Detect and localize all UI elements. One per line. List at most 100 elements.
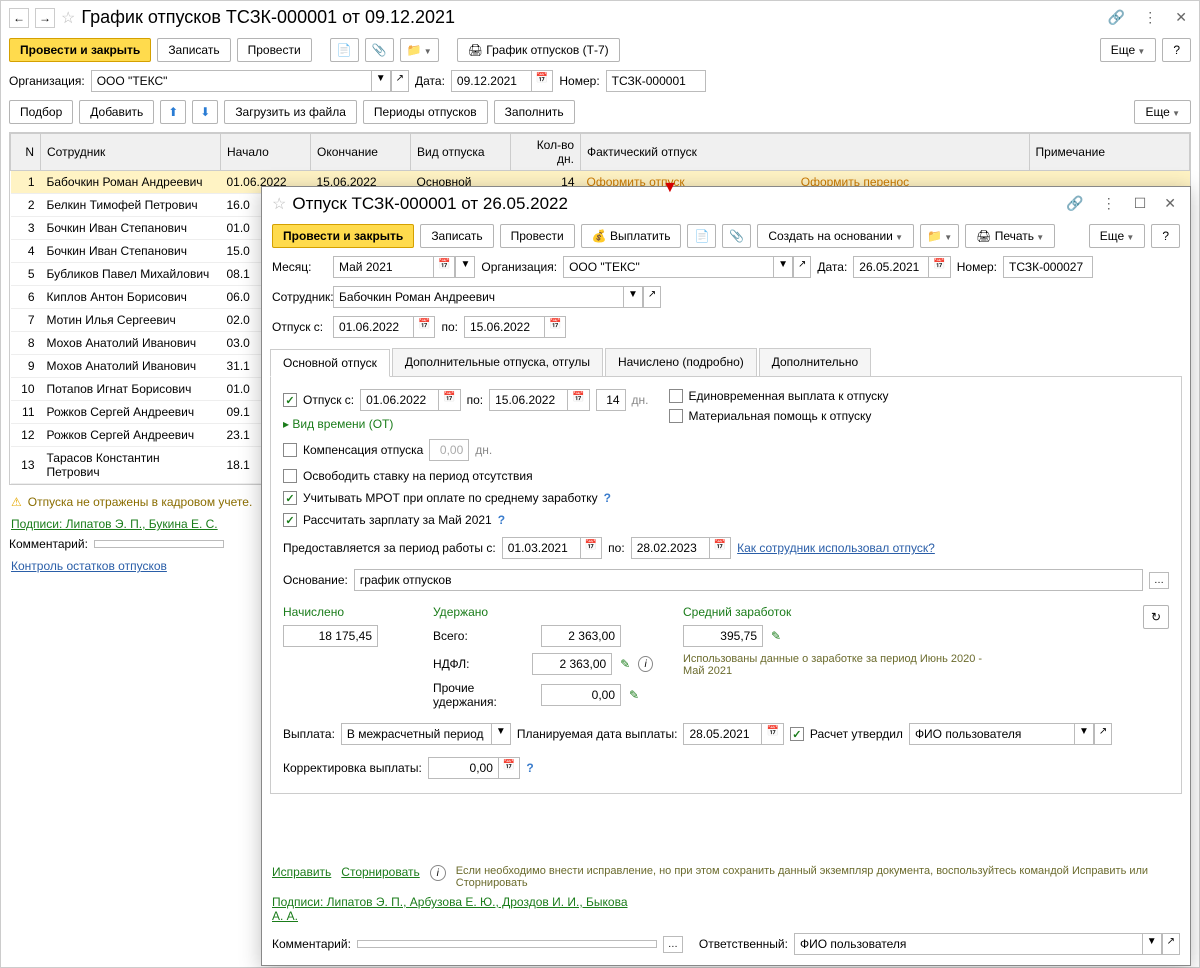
periods-button[interactable]: Периоды отпусков — [363, 100, 488, 124]
col-n[interactable]: N — [11, 134, 41, 171]
col-note[interactable]: Примечание — [1029, 134, 1189, 171]
close-icon[interactable]: ✕ — [1171, 7, 1191, 28]
period-to-input[interactable]: 28.02.2023 — [631, 537, 709, 559]
lump-checkbox[interactable] — [669, 389, 683, 403]
modal-attach-icon[interactable]: 📎 — [722, 224, 751, 248]
modal-post[interactable]: Провести — [500, 224, 575, 248]
fix-link[interactable]: Исправить — [272, 865, 331, 879]
vacation-checkbox[interactable]: ✓ — [283, 393, 297, 407]
more-icon[interactable]: ⋮ — [1139, 7, 1161, 28]
attach-icon[interactable]: 📎 — [365, 38, 394, 62]
pencil-icon[interactable]: ✎ — [771, 629, 781, 643]
release-checkbox[interactable] — [283, 469, 297, 483]
date-input[interactable]: 09.12.2021 — [451, 70, 531, 92]
modal-star-icon[interactable]: ☆ — [272, 194, 286, 214]
comp-checkbox[interactable] — [283, 443, 297, 457]
help-icon[interactable]: ? — [604, 491, 611, 505]
fill-button[interactable]: Заполнить — [494, 100, 575, 124]
select-button[interactable]: Подбор — [9, 100, 73, 124]
time-type-link[interactable]: ▸ Вид времени (ОТ) — [283, 417, 393, 431]
mnum-input[interactable]: ТСЗК-000027 — [1003, 256, 1093, 278]
modal-save[interactable]: Записать — [420, 224, 493, 248]
tab-accrued[interactable]: Начислено (подробно) — [605, 348, 757, 376]
modal-link-icon[interactable]: 🔗 — [1062, 193, 1087, 214]
print-t7-button[interactable]: 🖨 График отпусков (Т-7) — [457, 38, 620, 62]
days-input[interactable]: 14 — [596, 389, 626, 411]
comment-input[interactable] — [94, 540, 224, 548]
col-days[interactable]: Кол-во дн. — [511, 134, 581, 171]
folder-icon[interactable]: 📁 — [400, 38, 439, 62]
vac-to-input[interactable]: 15.06.2022 — [489, 389, 567, 411]
org-input[interactable]: ООО "ТЕКС" — [91, 70, 371, 92]
approved-checkbox[interactable]: ✓ — [790, 727, 804, 741]
more-button-2[interactable]: Еще — [1134, 100, 1191, 124]
emp-input[interactable]: Бабочкин Роман Андреевич — [333, 286, 623, 308]
control-link[interactable]: Контроль остатков отпусков — [11, 559, 167, 573]
col-end[interactable]: Окончание — [311, 134, 411, 171]
org-dropdown[interactable]: ▼ — [371, 70, 391, 92]
move-down-button[interactable]: ⬇ — [192, 100, 218, 124]
help-icon[interactable]: ? — [526, 761, 533, 775]
star-icon[interactable]: ☆ — [61, 8, 75, 28]
help-button[interactable]: ? — [1162, 38, 1191, 62]
info-icon[interactable]: i — [638, 656, 653, 672]
aid-checkbox[interactable] — [669, 409, 683, 423]
correction-input[interactable]: 0,00 — [428, 757, 498, 779]
help-icon[interactable]: ? — [498, 513, 505, 527]
vac-from-input[interactable]: 01.06.2022 — [360, 389, 438, 411]
modal-print[interactable]: 🖨 Печать — [965, 224, 1055, 248]
pencil-icon[interactable]: ✎ — [629, 688, 639, 702]
modal-comment-input[interactable] — [357, 940, 657, 948]
signatures-link[interactable]: Подписи: Липатов Э. П., Букина Е. С. — [11, 517, 218, 531]
mdate-input[interactable]: 26.05.2021 — [853, 256, 928, 278]
back-button[interactable]: ← — [9, 8, 29, 28]
resp-input[interactable]: ФИО пользователя — [794, 933, 1142, 955]
modal-maximize-icon[interactable]: ☐ — [1130, 193, 1151, 214]
forward-button[interactable]: → — [35, 8, 55, 28]
tab-extra[interactable]: Дополнительно — [759, 348, 871, 376]
link-icon[interactable]: 🔗 — [1104, 7, 1129, 28]
mrot-checkbox[interactable]: ✓ — [283, 491, 297, 505]
basis-input[interactable]: график отпусков — [354, 569, 1143, 591]
calc-salary-checkbox[interactable]: ✓ — [283, 513, 297, 527]
calendar-icon[interactable]: 📅 — [531, 70, 553, 92]
col-type[interactable]: Вид отпуска — [411, 134, 511, 171]
modal-report-icon[interactable]: 📄 — [687, 224, 716, 248]
move-up-button[interactable]: ⬆ — [160, 100, 186, 124]
payout-input[interactable]: В межрасчетный период — [341, 723, 491, 745]
col-emp[interactable]: Сотрудник — [41, 134, 221, 171]
post-close-button[interactable]: Провести и закрыть — [9, 38, 151, 62]
modal-more-icon[interactable]: ⋮ — [1098, 193, 1120, 214]
modal-folder-icon[interactable]: 📁 — [920, 224, 959, 248]
from-input[interactable]: 01.06.2022 — [333, 316, 413, 338]
modal-pay[interactable]: 💰 Выплатить — [581, 224, 682, 248]
reverse-link[interactable]: Сторнировать — [341, 865, 419, 879]
modal-close-icon[interactable]: ✕ — [1160, 193, 1180, 214]
comment-more[interactable]: … — [663, 936, 683, 953]
period-from-input[interactable]: 01.03.2021 — [502, 537, 580, 559]
number-input[interactable]: ТСЗК-000001 — [606, 70, 706, 92]
refresh-button[interactable]: ↻ — [1143, 605, 1169, 629]
modal-more[interactable]: Еще — [1089, 224, 1146, 248]
approver-input[interactable]: ФИО пользователя — [909, 723, 1074, 745]
save-button[interactable]: Записать — [157, 38, 230, 62]
report-icon[interactable]: 📄 — [330, 38, 359, 62]
morg-input[interactable]: ООО "ТЕКС" — [563, 256, 773, 278]
modal-create-based[interactable]: Создать на основании — [757, 224, 914, 248]
to-input[interactable]: 15.06.2022 — [464, 316, 544, 338]
payout-date-input[interactable]: 28.05.2021 — [683, 723, 761, 745]
modal-signatures-link[interactable]: Подписи: Липатов Э. П., Арбузова Е. Ю., … — [272, 895, 628, 923]
usage-link[interactable]: Как сотрудник использовал отпуск? — [737, 541, 935, 555]
org-open[interactable]: ↗ — [391, 70, 409, 92]
basis-more[interactable]: … — [1149, 572, 1169, 589]
month-cal[interactable]: 📅 — [433, 256, 455, 278]
post-button[interactable]: Провести — [237, 38, 312, 62]
pencil-icon[interactable]: ✎ — [620, 657, 630, 671]
tab-additional[interactable]: Дополнительные отпуска, отгулы — [392, 348, 603, 376]
modal-help[interactable]: ? — [1151, 224, 1180, 248]
month-input[interactable]: Май 2021 — [333, 256, 433, 278]
col-actual[interactable]: Фактический отпуск — [581, 134, 1030, 171]
col-start[interactable]: Начало — [221, 134, 311, 171]
comp-input[interactable]: 0,00 — [429, 439, 469, 461]
modal-post-close[interactable]: Провести и закрыть — [272, 224, 414, 248]
